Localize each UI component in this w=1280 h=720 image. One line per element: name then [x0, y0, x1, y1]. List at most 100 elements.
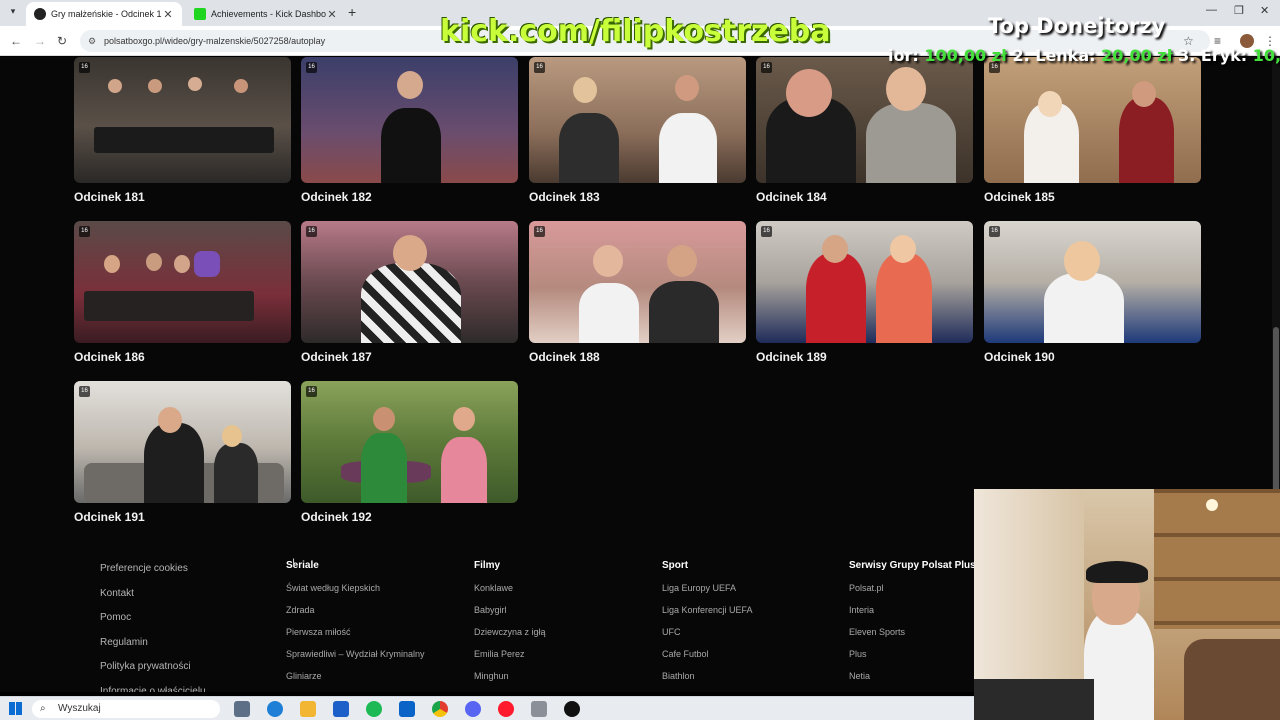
footer-link[interactable]: Liga Konferencji UEFA	[662, 599, 753, 621]
url-text: polsatboxgo.pl/wideo/gry-malzenskie/5027…	[104, 36, 326, 46]
tab-gry-malzenskie[interactable]: Gry małżeńskie - Odcinek 1 - P ✕	[26, 2, 182, 26]
episode-thumbnail[interactable]: 16	[301, 57, 518, 183]
footer-link[interactable]: Konklawe	[474, 577, 546, 599]
cookie-preferences-link[interactable]: Preferencje cookies	[100, 557, 206, 582]
episode-card[interactable]: 16 Odcinek 192	[301, 381, 518, 524]
episode-title[interactable]: Odcinek 192	[301, 510, 518, 524]
footer-link[interactable]: Gliniarze	[286, 665, 424, 687]
contact-link[interactable]: Kontakt	[100, 582, 206, 607]
file-explorer-icon[interactable]	[300, 701, 316, 717]
episode-title[interactable]: Odcinek 184	[756, 190, 973, 204]
close-tab-icon[interactable]: ✕	[162, 8, 174, 21]
episode-card[interactable]: 16 Odcinek 189	[756, 221, 973, 364]
age-rating-badge: 16	[761, 62, 772, 73]
episode-card[interactable]: 16 Odcinek 184	[756, 57, 973, 204]
terms-link[interactable]: Regulamin	[100, 631, 206, 656]
discord-icon[interactable]	[465, 701, 481, 717]
tab-title: Achievements - Kick Dashboard	[211, 9, 326, 19]
footer-column-title: Filmy	[474, 560, 501, 571]
episode-card[interactable]: 16 Odcinek 186	[74, 221, 291, 364]
episode-thumbnail[interactable]: 16	[74, 221, 291, 343]
new-tab-button[interactable]: +	[348, 4, 356, 20]
minimize-icon[interactable]: —	[1206, 4, 1217, 16]
episode-card[interactable]: 16 Odcinek 191	[74, 381, 291, 524]
episode-title[interactable]: Odcinek 191	[74, 510, 291, 524]
episode-card[interactable]: 16 Odcinek 181	[74, 57, 291, 204]
episode-card[interactable]: 16 Odcinek 183	[529, 57, 746, 204]
back-icon[interactable]: ←	[10, 34, 22, 48]
episode-thumbnail[interactable]: 16	[74, 57, 291, 183]
footer-link[interactable]: Minghun	[474, 665, 546, 687]
footer-link[interactable]: Sprawiedliwi – Wydział Kryminalny	[286, 643, 424, 665]
episode-title[interactable]: Odcinek 181	[74, 190, 291, 204]
reload-icon[interactable]: ↻	[57, 34, 67, 48]
streamer-webcam	[974, 489, 1280, 720]
footer-link[interactable]: Biathlon	[662, 665, 753, 687]
episode-card[interactable]: 16 Odcinek 188	[529, 221, 746, 364]
episode-thumbnail[interactable]: 16	[756, 57, 973, 183]
episode-title[interactable]: Odcinek 189	[756, 350, 973, 364]
episode-thumbnail[interactable]: 16	[529, 57, 746, 183]
start-windows-icon[interactable]	[9, 702, 22, 715]
episode-card[interactable]: 16 Odcinek 185	[984, 57, 1201, 204]
footer-link[interactable]: Cafe Futbol	[662, 643, 753, 665]
episode-card[interactable]: 16 Odcinek 187	[301, 221, 518, 364]
site-footer: Preferencje cookies Kontakt Pomoc Regula…	[74, 533, 1074, 692]
footer-column-filmy: Filmy Konklawe Babygirl Dziewczyna z igł…	[474, 533, 546, 687]
episode-thumbnail[interactable]: 16	[529, 221, 746, 343]
episode-title[interactable]: Odcinek 183	[529, 190, 746, 204]
footer-link[interactable]: Dziewczyna z igłą	[474, 621, 546, 643]
forward-icon[interactable]: →	[34, 34, 46, 48]
opera-icon[interactable]	[498, 701, 514, 717]
age-rating-badge: 16	[306, 62, 317, 73]
store-icon[interactable]	[333, 701, 349, 717]
episode-title[interactable]: Odcinek 186	[74, 350, 291, 364]
taskbar-search[interactable]: ⌕ Wyszukaj	[32, 700, 220, 718]
close-tab-icon[interactable]: ✕	[326, 8, 338, 21]
footer-link[interactable]: Eleven Sports	[849, 621, 976, 643]
episode-thumbnail[interactable]: 16	[74, 381, 291, 503]
outlook-icon[interactable]	[399, 701, 415, 717]
task-view-icon[interactable]	[234, 701, 250, 717]
episode-thumbnail[interactable]: 16	[756, 221, 973, 343]
footer-link[interactable]: Polsat.pl	[849, 577, 976, 599]
ticker-amount: 20,00 zł	[1101, 46, 1173, 65]
episode-title[interactable]: Odcinek 188	[529, 350, 746, 364]
help-link[interactable]: Pomoc	[100, 606, 206, 631]
footer-column-seriale: Seriale Świat według Kiepskich Zdrada Pi…	[286, 533, 424, 687]
obs-icon[interactable]	[564, 701, 580, 717]
privacy-policy-link[interactable]: Polityka prywatności	[100, 655, 206, 680]
footer-link[interactable]: UFC	[662, 621, 753, 643]
tab-kick-dashboard[interactable]: Achievements - Kick Dashboard ✕	[186, 2, 346, 26]
footer-link[interactable]: Emilia Perez	[474, 643, 546, 665]
footer-link[interactable]: Zdrada	[286, 599, 424, 621]
episode-title[interactable]: Odcinek 190	[984, 350, 1201, 364]
episode-title[interactable]: Odcinek 182	[301, 190, 518, 204]
close-window-icon[interactable]: ✕	[1260, 4, 1269, 17]
episode-title[interactable]: Odcinek 187	[301, 350, 518, 364]
footer-link[interactable]: Netia	[849, 665, 976, 687]
episode-card[interactable]: 16 Odcinek 190	[984, 221, 1201, 364]
site-info-icon[interactable]: ⚙	[88, 30, 96, 52]
footer-link[interactable]: Pierwsza miłość	[286, 621, 424, 643]
age-rating-badge: 16	[534, 62, 545, 73]
windows-taskbar: ⌕ Wyszukaj	[0, 696, 974, 720]
chrome-icon[interactable]	[432, 701, 448, 717]
tab-search-icon[interactable]: ▾	[6, 6, 20, 20]
episode-card[interactable]: 16 Odcinek 182	[301, 57, 518, 204]
owner-info-link[interactable]: Informacje o właścicielu	[100, 680, 206, 692]
footer-link[interactable]: Babygirl	[474, 599, 546, 621]
footer-link[interactable]: Świat według Kiepskich	[286, 577, 424, 599]
footer-link[interactable]: Interia	[849, 599, 976, 621]
episode-thumbnail[interactable]: 16	[984, 57, 1201, 183]
episode-thumbnail[interactable]: 16	[301, 221, 518, 343]
edge-browser-icon[interactable]	[267, 701, 283, 717]
app-icon[interactable]	[531, 701, 547, 717]
episode-thumbnail[interactable]: 16	[301, 381, 518, 503]
footer-link[interactable]: Liga Europy UEFA	[662, 577, 753, 599]
episode-title[interactable]: Odcinek 185	[984, 190, 1201, 204]
episode-thumbnail[interactable]: 16	[984, 221, 1201, 343]
footer-link[interactable]: Plus	[849, 643, 976, 665]
spotify-icon[interactable]	[366, 701, 382, 717]
restore-icon[interactable]: ❐	[1234, 4, 1244, 17]
